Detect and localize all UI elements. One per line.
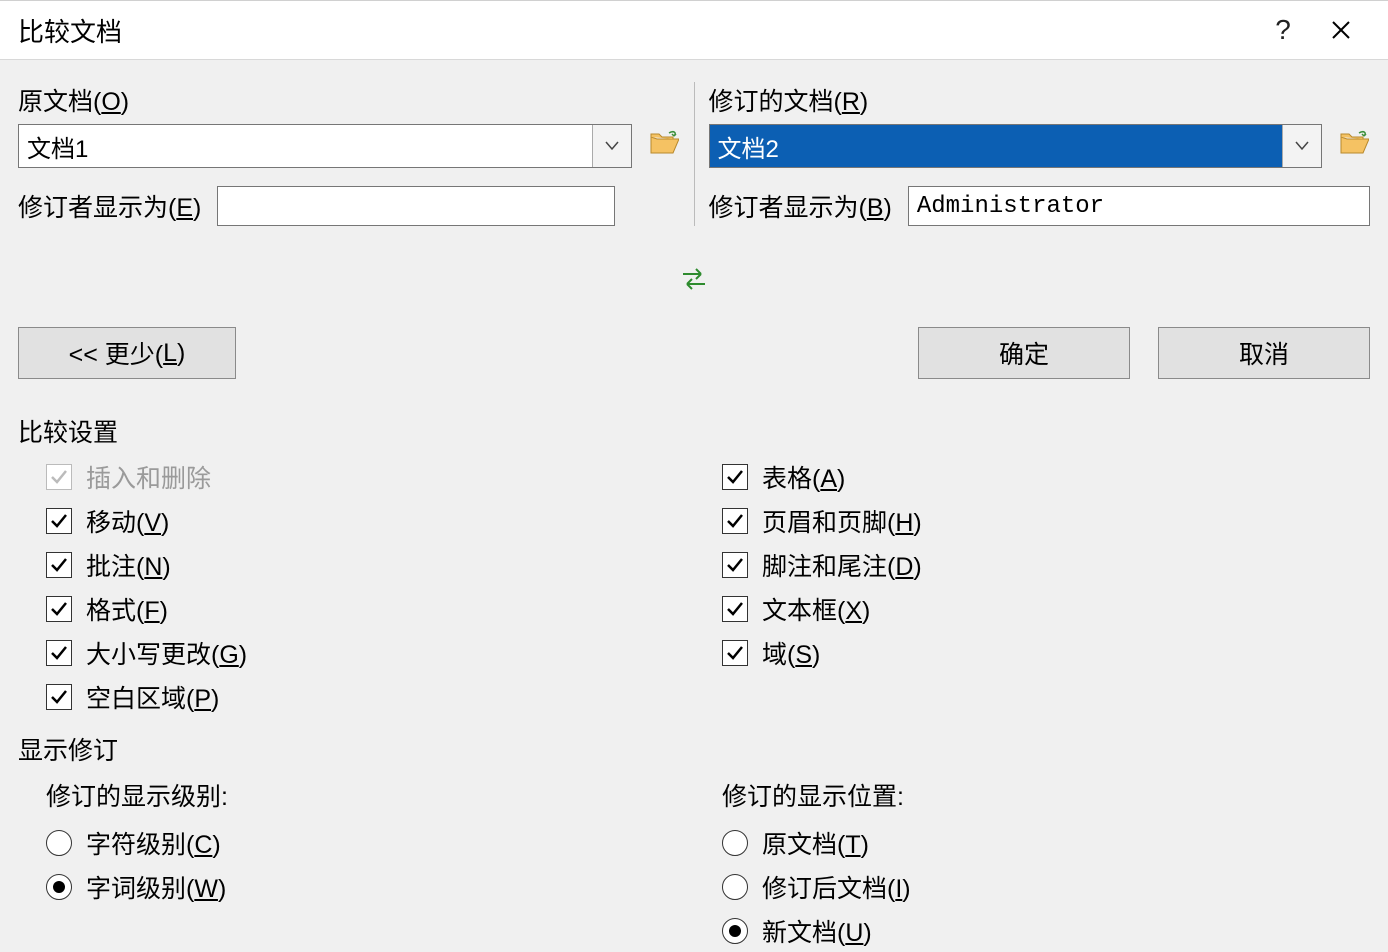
ok-button[interactable]: 确定 bbox=[918, 327, 1130, 379]
revised-document-value: 文档2 bbox=[710, 125, 1283, 167]
radio-word-level[interactable] bbox=[46, 874, 72, 900]
original-reviser-label: 修订者显示为(E) bbox=[18, 188, 201, 224]
compare-settings-heading: 比较设置 bbox=[18, 413, 1370, 449]
document-selector-row: 原文档(O) 文档1 bbox=[18, 82, 1370, 226]
original-reviser-row: 修订者显示为(E) bbox=[18, 186, 680, 226]
swap-arrows-icon bbox=[681, 269, 707, 296]
less-button[interactable]: << 更少(L) bbox=[18, 327, 236, 379]
radio-option-revised[interactable]: 修订后文档(I) bbox=[722, 869, 1370, 905]
radio-original[interactable] bbox=[722, 830, 748, 856]
show-changes-heading: 显示修订 bbox=[18, 731, 1370, 767]
option-whitespace[interactable]: 空白区域(P) bbox=[46, 679, 694, 715]
close-button[interactable] bbox=[1312, 1, 1370, 59]
original-document-value: 文档1 bbox=[19, 125, 592, 167]
show-changes-options: 修订的显示级别: 字符级别(C) 字词级别(W) 修订的显示位置: 原文档(T) bbox=[18, 777, 1370, 949]
option-headers-footers[interactable]: 页眉和页脚(H) bbox=[722, 503, 1370, 539]
checkbox-tables[interactable] bbox=[722, 464, 748, 490]
option-tables[interactable]: 表格(A) bbox=[722, 459, 1370, 495]
original-document-label: 原文档(O) bbox=[18, 82, 680, 118]
option-case[interactable]: 大小写更改(G) bbox=[46, 635, 694, 671]
titlebar: 比较文档 ? bbox=[0, 1, 1388, 60]
cancel-button[interactable]: 取消 bbox=[1158, 327, 1370, 379]
radio-option-word-level[interactable]: 字词级别(W) bbox=[46, 869, 694, 905]
folder-open-icon bbox=[649, 130, 679, 163]
original-document-combo[interactable]: 文档1 bbox=[18, 124, 632, 168]
revised-reviser-input[interactable]: Administrator bbox=[908, 186, 1370, 226]
revised-reviser-label: 修订者显示为(B) bbox=[709, 188, 892, 224]
help-button[interactable]: ? bbox=[1254, 1, 1312, 59]
option-textboxes[interactable]: 文本框(X) bbox=[722, 591, 1370, 627]
location-heading: 修订的显示位置: bbox=[722, 777, 1370, 813]
checkbox-insert-delete bbox=[46, 464, 72, 490]
revised-document-column: 修订的文档(R) 文档2 bbox=[709, 82, 1371, 226]
compare-documents-dialog: 比较文档 ? 原文档(O) 文档1 bbox=[0, 0, 1388, 952]
button-bar: << 更少(L) 确定 取消 bbox=[18, 327, 1370, 397]
revised-reviser-row: 修订者显示为(B) Administrator bbox=[709, 186, 1371, 226]
folder-open-icon bbox=[1339, 130, 1369, 163]
original-document-column: 原文档(O) 文档1 bbox=[18, 82, 695, 226]
checkbox-comments[interactable] bbox=[46, 552, 72, 578]
option-fields[interactable]: 域(S) bbox=[722, 635, 1370, 671]
radio-char-level[interactable] bbox=[46, 830, 72, 856]
checkbox-fields[interactable] bbox=[722, 640, 748, 666]
checkbox-case[interactable] bbox=[46, 640, 72, 666]
checkbox-footnotes[interactable] bbox=[722, 552, 748, 578]
dialog-title: 比较文档 bbox=[18, 12, 122, 49]
option-comments[interactable]: 批注(N) bbox=[46, 547, 694, 583]
level-heading: 修订的显示级别: bbox=[46, 777, 694, 813]
checkbox-move[interactable] bbox=[46, 508, 72, 534]
radio-revised[interactable] bbox=[722, 874, 748, 900]
revised-document-browse-button[interactable] bbox=[1338, 132, 1370, 160]
radio-new[interactable] bbox=[722, 918, 748, 944]
radio-option-new[interactable]: 新文档(U) bbox=[722, 913, 1370, 949]
radio-option-original[interactable]: 原文档(T) bbox=[722, 825, 1370, 861]
radio-option-char-level[interactable]: 字符级别(C) bbox=[46, 825, 694, 861]
option-insert-delete: 插入和删除 bbox=[46, 459, 694, 495]
checkbox-formatting[interactable] bbox=[46, 596, 72, 622]
revised-document-label: 修订的文档(R) bbox=[709, 82, 1371, 118]
revised-document-dropdown-button[interactable] bbox=[1282, 125, 1321, 167]
option-move[interactable]: 移动(V) bbox=[46, 503, 694, 539]
original-reviser-input[interactable] bbox=[217, 186, 615, 226]
option-footnotes[interactable]: 脚注和尾注(D) bbox=[722, 547, 1370, 583]
original-document-browse-button[interactable] bbox=[648, 132, 680, 160]
swap-row bbox=[18, 226, 1370, 327]
checkbox-textboxes[interactable] bbox=[722, 596, 748, 622]
checkbox-whitespace[interactable] bbox=[46, 684, 72, 710]
compare-settings-options: 插入和删除 移动(V) 批注(N) 格式(F) 大小写更改(G) bbox=[18, 459, 1370, 715]
original-document-dropdown-button[interactable] bbox=[592, 125, 631, 167]
option-formatting[interactable]: 格式(F) bbox=[46, 591, 694, 627]
swap-documents-button[interactable] bbox=[681, 268, 707, 297]
revised-document-combo[interactable]: 文档2 bbox=[709, 124, 1323, 168]
checkbox-headers-footers[interactable] bbox=[722, 508, 748, 534]
